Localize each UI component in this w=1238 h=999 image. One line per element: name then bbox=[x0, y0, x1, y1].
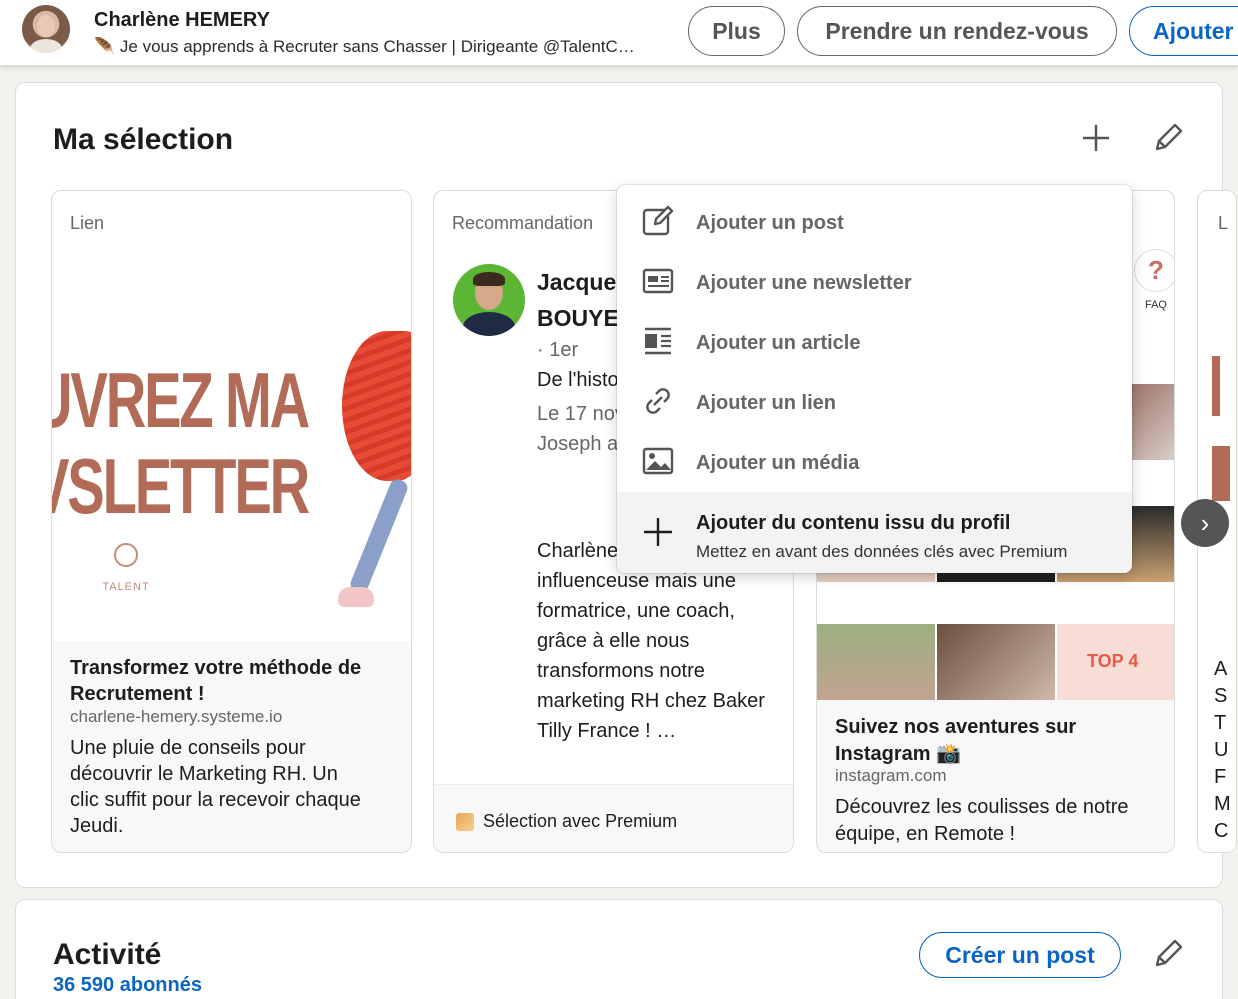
image-figure-shoe bbox=[338, 587, 374, 607]
menu-item-add-post[interactable]: Ajouter un post bbox=[617, 190, 1132, 250]
image-figure bbox=[342, 331, 411, 481]
recommender-avatar[interactable] bbox=[453, 264, 525, 336]
card-title: Suivez nos aventures sur Instagram 📸 bbox=[835, 716, 1077, 765]
dreamcatcher-icon bbox=[114, 543, 138, 567]
profile-headline: 🪶 Je vous apprends à Recruter sans Chass… bbox=[94, 37, 635, 56]
profile-sticky-header: Charlène HEMERY 🪶 Je vous apprends à Rec… bbox=[0, 0, 1238, 66]
logo-text: TALENT bbox=[102, 581, 150, 593]
card-kind-label: L bbox=[1218, 213, 1229, 233]
featured-title: Ma sélection bbox=[53, 123, 234, 156]
menu-item-sublabel: Mettez en avant des données clés avec Pr… bbox=[696, 542, 1068, 561]
followers-count[interactable]: 36 590 abonnés bbox=[53, 974, 202, 997]
photo-tile bbox=[817, 624, 935, 700]
activity-section: Activité 36 590 abonnés Créer un post bbox=[15, 899, 1223, 999]
card-kind-label: Recommandation bbox=[452, 213, 594, 233]
premium-icon bbox=[456, 813, 474, 831]
menu-item-add-article[interactable]: Ajouter un article bbox=[617, 310, 1132, 370]
menu-item-label: Ajouter un post bbox=[696, 212, 844, 234]
card-footer: Suivez nos aventures sur Instagram 📸 ins… bbox=[817, 700, 1174, 852]
menu-item-add-media[interactable]: Ajouter un média bbox=[617, 430, 1132, 490]
menu-item-add-newsletter[interactable]: Ajouter une newsletter bbox=[617, 250, 1132, 310]
edit-featured-button[interactable] bbox=[1148, 118, 1188, 158]
avatar-face bbox=[37, 15, 55, 37]
recommender-headline: De l'histo bbox=[537, 369, 619, 391]
avatar-suit bbox=[463, 312, 515, 336]
create-post-button[interactable]: Créer un post bbox=[919, 932, 1121, 978]
add-featured-button[interactable] bbox=[1076, 118, 1116, 158]
card-text-fragment: A S T U F M C bbox=[1214, 658, 1231, 842]
image-icon bbox=[642, 447, 674, 475]
add-featured-menu: Ajouter un post Ajouter une newsletter A… bbox=[617, 185, 1132, 573]
image-fragment bbox=[1212, 356, 1220, 416]
article-icon bbox=[645, 327, 671, 355]
card-url: instagram.com bbox=[835, 766, 947, 785]
activity-title: Activité bbox=[53, 938, 162, 971]
photo-tile bbox=[937, 624, 1055, 700]
premium-label: Sélection avec Premium bbox=[483, 811, 678, 831]
menu-item-add-link[interactable]: Ajouter un lien bbox=[617, 370, 1132, 430]
plus-icon bbox=[1083, 125, 1109, 151]
card-description: Découvrez les coulisses de notre équipe,… bbox=[835, 796, 1129, 845]
image-figure-leg bbox=[348, 476, 410, 596]
chevron-right-icon: › bbox=[1200, 507, 1210, 538]
card-title: Transformez votre méthode de Recrutement… bbox=[70, 657, 362, 705]
newsletter-icon bbox=[642, 268, 674, 294]
edit-icon bbox=[642, 205, 674, 236]
talent-logo: TALENT bbox=[96, 543, 156, 593]
more-button[interactable]: Plus bbox=[688, 6, 785, 56]
menu-item-label: Ajouter un lien bbox=[696, 392, 836, 414]
card-kind-label: Lien bbox=[70, 213, 105, 233]
pencil-icon bbox=[1155, 123, 1183, 151]
pencil-icon bbox=[1155, 939, 1183, 967]
image-text-line: VSLETTER bbox=[52, 442, 310, 530]
faq-highlight: ? FAQ bbox=[1133, 249, 1174, 311]
card-footer: Transformez votre méthode de Recrutement… bbox=[52, 641, 411, 852]
avatar-hair bbox=[473, 272, 505, 286]
menu-item-label: Ajouter un article bbox=[696, 332, 861, 354]
profile-name: Charlène HEMERY bbox=[94, 9, 270, 31]
profile-avatar[interactable] bbox=[22, 5, 70, 53]
book-meeting-button[interactable]: Prendre un rendez-vous bbox=[797, 6, 1117, 56]
edit-activity-button[interactable] bbox=[1148, 934, 1188, 974]
image-text-line: UVREZ MA bbox=[52, 356, 310, 444]
avatar-body bbox=[30, 39, 62, 53]
recommender-surname[interactable]: BOUYE bbox=[537, 305, 619, 332]
menu-item-label: Ajouter du contenu issu du profil bbox=[696, 512, 1011, 534]
menu-item-label: Ajouter un média bbox=[696, 452, 860, 474]
newsletter-image: UVREZ MA VSLETTER TALENT bbox=[52, 271, 411, 641]
featured-card-link[interactable]: Lien UVREZ MA VSLETTER TALENT Transforme… bbox=[51, 190, 412, 853]
add-button[interactable]: Ajouter bbox=[1129, 6, 1238, 56]
carousel-next-button[interactable]: › bbox=[1181, 499, 1229, 547]
top4-label: TOP 4 bbox=[1087, 651, 1139, 671]
card-description: Une pluie de conseils pour découvrir le … bbox=[70, 737, 361, 837]
plus-icon bbox=[644, 518, 672, 546]
recommender-name[interactable]: Jacque bbox=[537, 269, 616, 296]
connection-degree: · 1er bbox=[537, 339, 579, 361]
question-icon: ? bbox=[1134, 249, 1174, 292]
faq-label: FAQ bbox=[1144, 299, 1167, 311]
card-url: charlene-hemery.systeme.io bbox=[70, 707, 283, 726]
link-icon bbox=[646, 388, 670, 414]
image-fragment bbox=[1212, 446, 1230, 501]
menu-item-add-profile-content[interactable]: Ajouter du contenu issu du profil Mettez… bbox=[617, 492, 1132, 573]
card-footer: Sélection avec Premium bbox=[434, 784, 793, 852]
menu-item-label: Ajouter une newsletter bbox=[696, 272, 912, 294]
